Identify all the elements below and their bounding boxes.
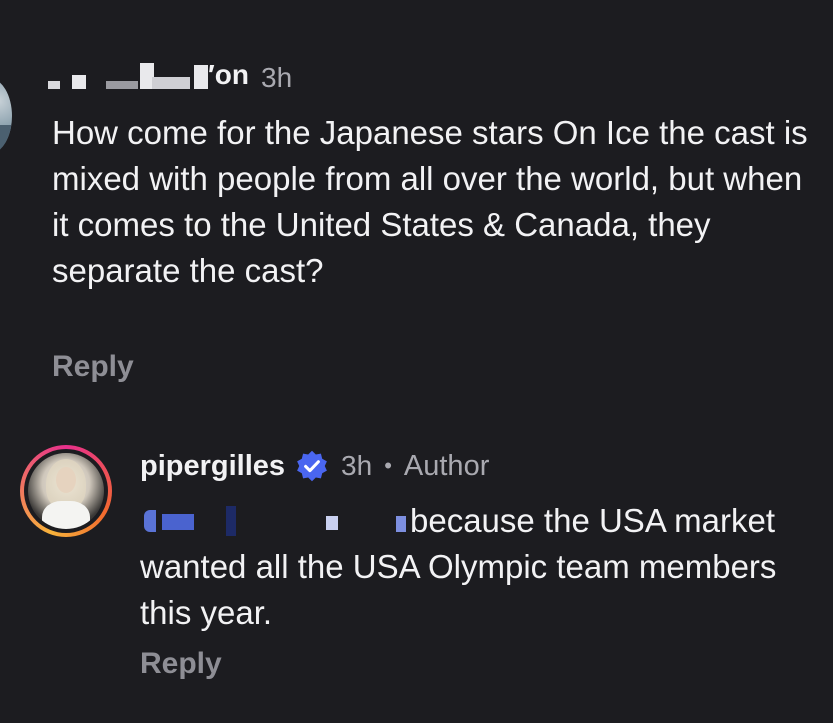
comment-timestamp: 3h (261, 62, 293, 93)
author-username[interactable]: pipergilles (140, 450, 285, 483)
reply-text-container: because the USA market wanted all the US… (140, 498, 810, 636)
reply-timestamp: 3h (341, 450, 373, 481)
comment-header: ′on 3h (48, 59, 293, 96)
redacted-username[interactable]: ′on (48, 59, 249, 93)
reply-button[interactable]: Reply (52, 350, 134, 384)
author-avatar-image (28, 453, 104, 529)
redacted-mention[interactable] (140, 506, 410, 536)
comments-thread: ′on 3h How come for the Japanese stars O… (0, 0, 833, 723)
username-visible-fragment: ′on (208, 59, 249, 90)
author-avatar[interactable] (20, 445, 112, 537)
commenter-avatar[interactable] (0, 78, 12, 154)
reply-button-2[interactable]: Reply (140, 647, 222, 681)
verified-badge-icon (297, 450, 327, 482)
comment-text: How come for the Japanese stars On Ice t… (52, 114, 808, 289)
reply-header: pipergilles 3h • Author (140, 446, 489, 486)
author-badge: Author (403, 449, 490, 482)
avatar-image-detail (0, 125, 12, 154)
separator-dot: • (384, 453, 392, 478)
